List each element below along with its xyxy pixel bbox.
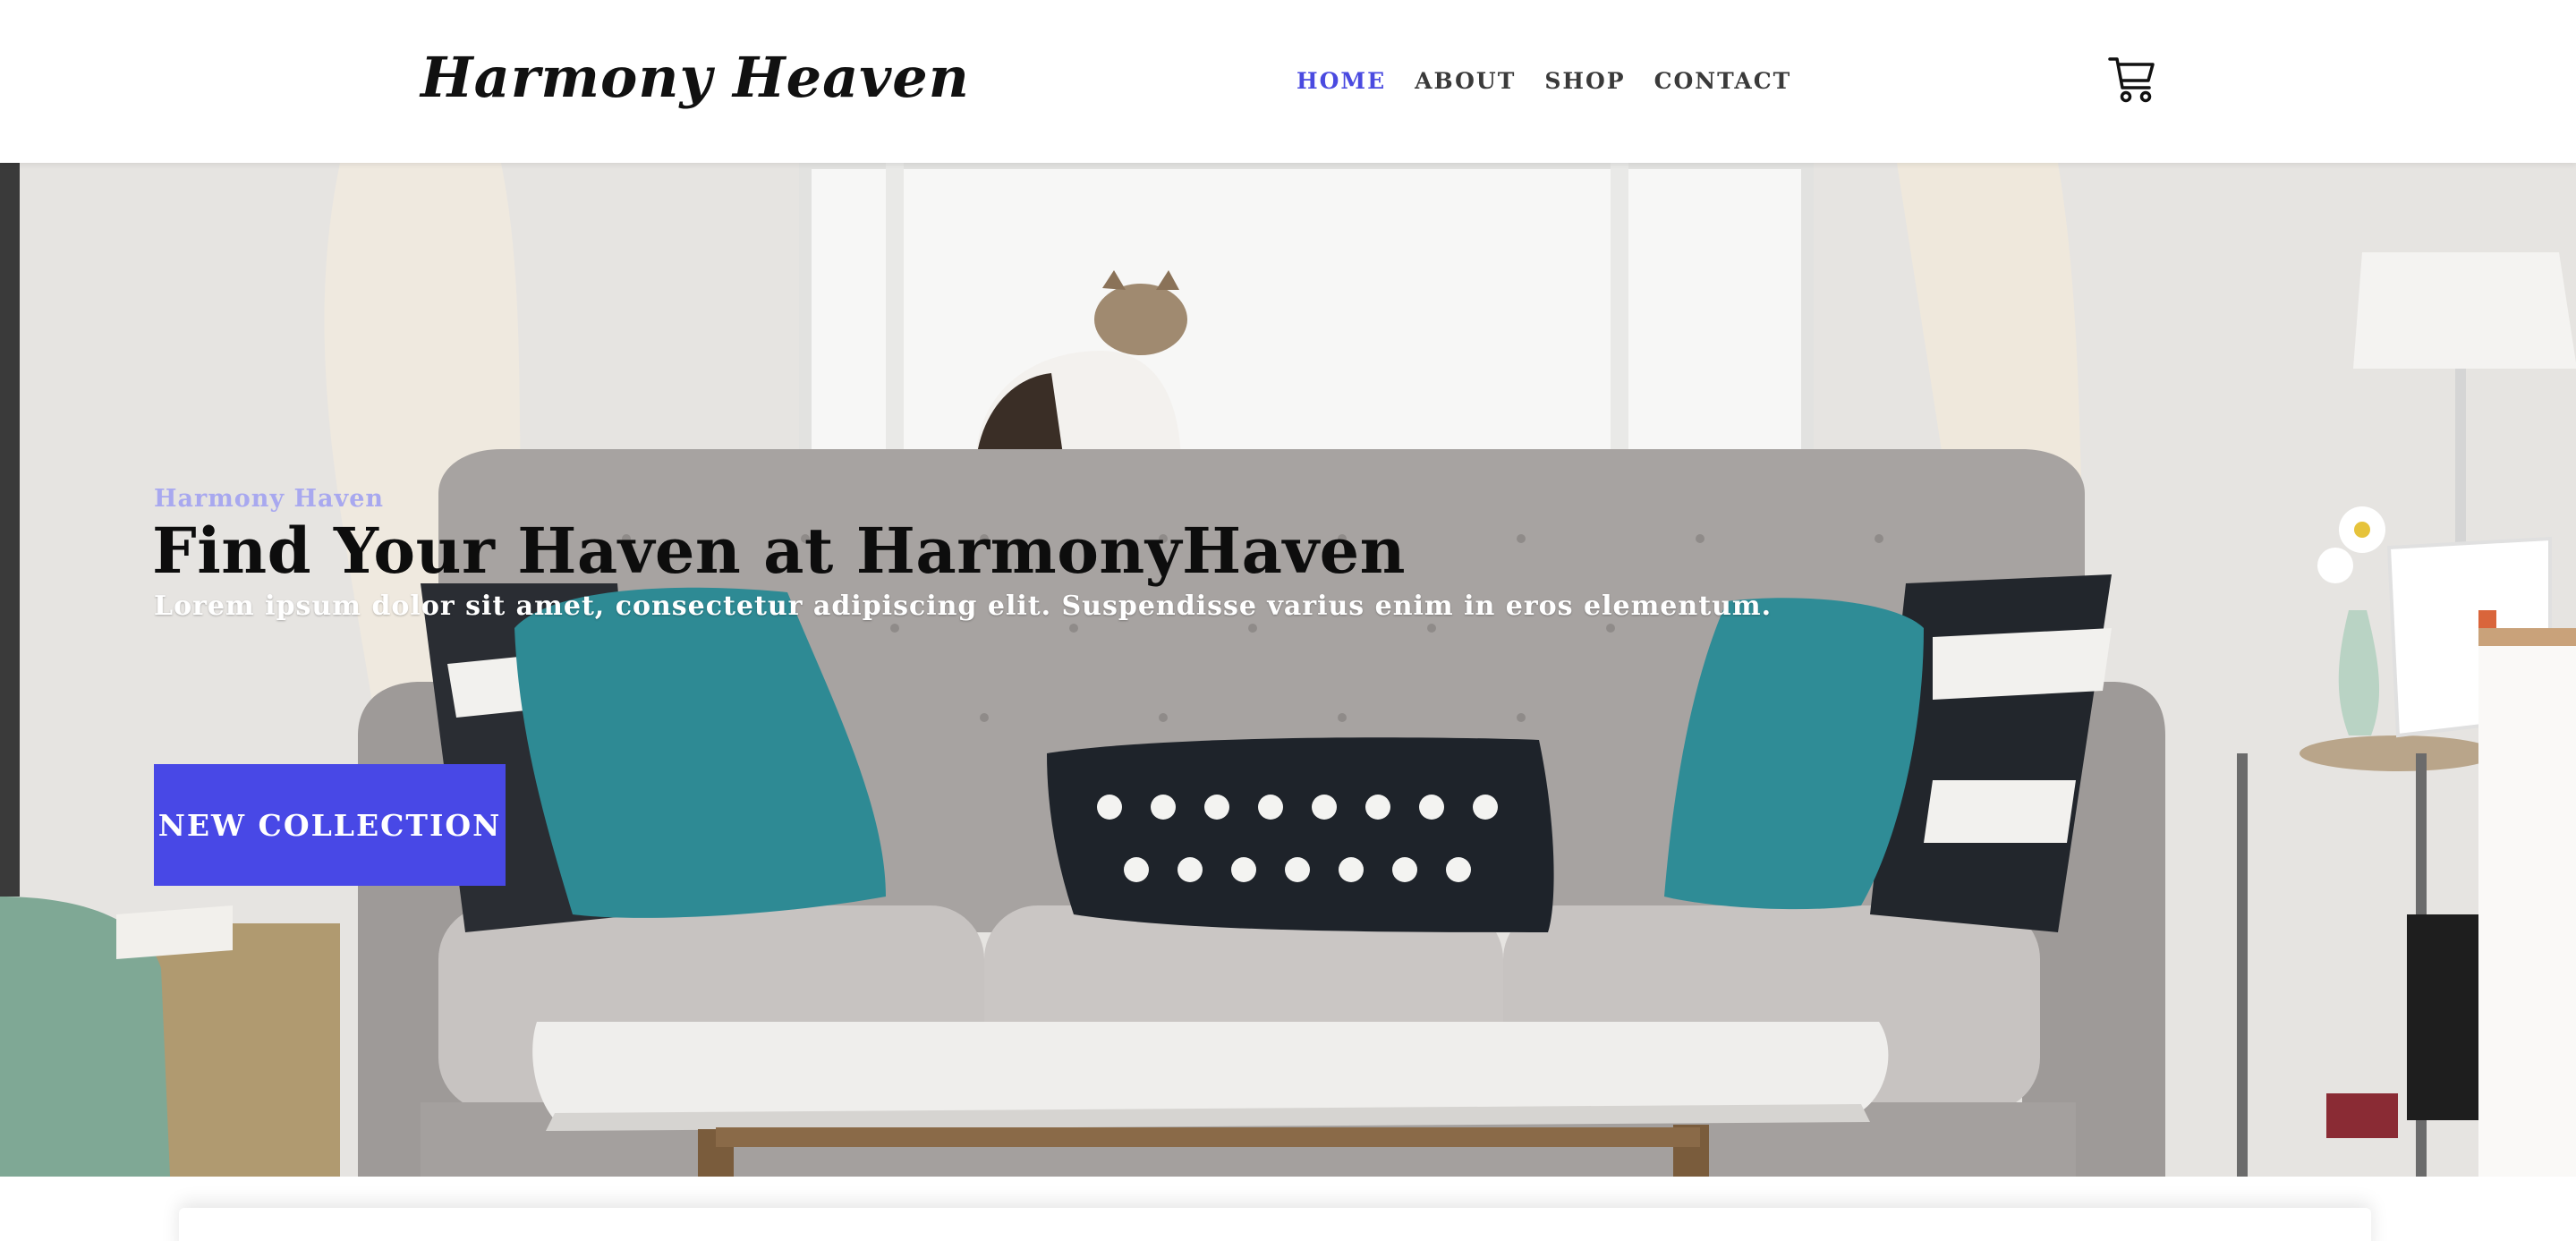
site-header: Harmony Heaven HOME ABOUT SHOP CONTACT <box>0 0 2576 163</box>
hero-section: Harmony Haven Find Your Haven at Harmony… <box>0 163 2576 1177</box>
next-section <box>0 1177 2576 1241</box>
content-card-edge <box>179 1208 2371 1241</box>
nav-home[interactable]: HOME <box>1297 68 1386 94</box>
hero-background-photo <box>0 163 2576 1177</box>
new-collection-button[interactable]: NEW COLLECTION <box>154 764 506 886</box>
hero-eyebrow: Harmony Haven <box>154 485 385 513</box>
hero-headline: Find Your Haven at HarmonyHaven <box>152 514 1407 588</box>
shopping-cart-icon[interactable] <box>2108 54 2156 104</box>
nav-contact[interactable]: CONTACT <box>1654 68 1792 94</box>
nav-shop[interactable]: SHOP <box>1544 68 1625 94</box>
hero-description: Lorem ipsum dolor sit amet, consectetur … <box>154 591 1773 622</box>
nav-about[interactable]: ABOUT <box>1415 68 1516 94</box>
brand-logo[interactable]: Harmony Heaven <box>421 45 970 110</box>
main-nav: HOME ABOUT SHOP CONTACT <box>1297 68 1791 94</box>
